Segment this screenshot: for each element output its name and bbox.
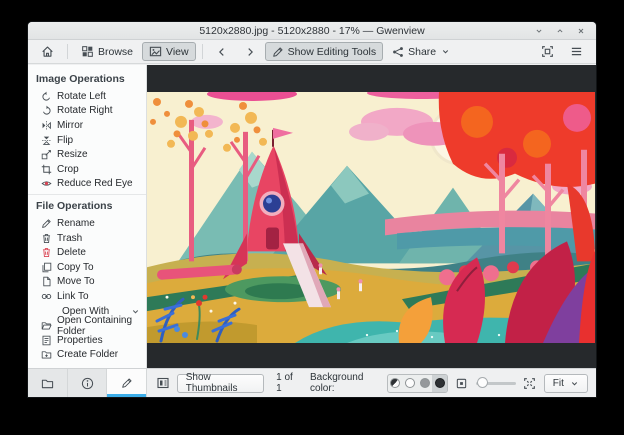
zoom-slider-handle[interactable] — [476, 377, 488, 388]
rename-icon — [42, 219, 51, 228]
crop-icon — [41, 164, 52, 174]
rotate-left-item[interactable]: Rotate Left — [28, 89, 146, 104]
rotate-right-icon — [43, 106, 51, 115]
window-title: 5120x2880.jpg - 5120x2880 - 17% — Gwenvi… — [199, 24, 425, 37]
zoom-fit-button[interactable] — [454, 374, 470, 392]
sidebar-tabs — [28, 369, 147, 397]
view-button[interactable]: View — [142, 42, 196, 61]
move-icon — [43, 277, 51, 287]
rotate-right-item[interactable]: Rotate Right — [28, 104, 146, 119]
titlebar[interactable]: 5120x2880.jpg - 5120x2880 - 17% — Gwenvi… — [28, 22, 596, 40]
image-viewport[interactable] — [147, 65, 596, 368]
pencil-icon — [121, 378, 132, 388]
mirror-item[interactable]: Mirror — [28, 118, 146, 133]
next-button[interactable] — [237, 42, 263, 61]
show-thumbnails-button[interactable]: Show Thumbnails — [176, 372, 265, 394]
move-to-item[interactable]: Move To — [28, 275, 146, 290]
hamburger-menu-icon — [571, 47, 582, 56]
image-counter: 1 of 1 — [276, 372, 293, 394]
browse-grid-icon — [82, 46, 93, 57]
red-eye-icon — [41, 181, 52, 187]
zoom-mode-combobox[interactable]: Fit — [543, 373, 588, 393]
fullscreen-button[interactable] — [534, 42, 561, 61]
trash-item[interactable]: Trash — [28, 231, 146, 246]
sidebar-divider — [28, 194, 146, 196]
browse-label: Browse — [98, 45, 134, 58]
image-operations-title: Image Operations — [36, 73, 125, 85]
thumbnail-bar-icon — [157, 377, 169, 389]
fullscreen-icon — [542, 46, 553, 57]
crop-item[interactable]: Crop — [28, 162, 146, 177]
trash-icon — [42, 233, 51, 243]
file-operations-title: File Operations — [36, 200, 113, 213]
bottom-bar: Show Thumbnails 1 of 1 Background color: — [28, 368, 596, 397]
bg-white-swatch[interactable] — [402, 375, 417, 392]
folder-icon — [41, 379, 53, 388]
zoom-slider[interactable] — [475, 376, 516, 391]
show-editing-tools-button[interactable]: Show Editing Tools — [264, 42, 384, 61]
copy-to-item[interactable]: Copy To — [28, 260, 146, 275]
reduce-red-eye-item[interactable]: Reduce Red Eye — [28, 177, 146, 192]
info-icon — [81, 377, 93, 389]
share-label: Share — [408, 45, 437, 58]
rotate-left-icon — [42, 91, 50, 101]
zoom-mode-value: Fit — [552, 377, 564, 389]
home-button[interactable] — [34, 42, 61, 61]
view-image-icon — [149, 46, 162, 57]
thumbnail-bar-toggle[interactable] — [155, 374, 171, 392]
share-icon — [393, 46, 404, 57]
home-icon — [42, 46, 53, 57]
open-folder-icon — [41, 322, 52, 330]
chevron-right-icon — [247, 47, 253, 56]
tab-operations[interactable] — [107, 369, 147, 397]
toolbar-separator — [67, 44, 68, 59]
delete-icon — [42, 248, 51, 258]
create-folder-item[interactable]: Create Folder — [28, 348, 146, 363]
bg-auto-swatch[interactable] — [388, 375, 403, 392]
background-color-swatches — [386, 373, 449, 393]
pencil-icon — [272, 46, 283, 57]
previous-button[interactable] — [209, 42, 235, 61]
tab-information[interactable] — [67, 369, 108, 397]
browse-button[interactable]: Browse — [74, 42, 140, 61]
show-thumbnails-label: Show Thumbnails — [185, 372, 238, 394]
link-icon — [41, 293, 52, 299]
delete-item[interactable]: Delete — [28, 245, 146, 260]
open-containing-folder-item[interactable]: Open Containing Folder — [28, 315, 146, 337]
properties-icon — [42, 335, 51, 345]
gwenview-window: 5120x2880.jpg - 5120x2880 - 17% — Gwenvi… — [28, 22, 596, 397]
minimize-icon[interactable] — [533, 25, 545, 37]
flip-item[interactable]: Flip — [28, 133, 146, 148]
rename-item[interactable]: Rename — [28, 216, 146, 231]
mirror-icon — [42, 121, 51, 130]
resize-item[interactable]: Resize — [28, 147, 146, 162]
toolbar-separator — [201, 44, 203, 59]
zoom-fill-button[interactable] — [522, 374, 538, 392]
menu-button[interactable] — [563, 42, 590, 61]
main-toolbar: Browse View Show Editing Tools Share — [28, 40, 596, 64]
show-editing-tools-label: Show Editing Tools — [287, 45, 377, 58]
tab-folders[interactable] — [28, 369, 68, 397]
background-color-label: Background color: — [310, 372, 364, 394]
maximize-icon[interactable] — [554, 25, 566, 37]
chevron-down-icon — [571, 381, 578, 386]
statusbar: Show Thumbnails 1 of 1 Background color: — [147, 369, 596, 397]
operations-sidebar: Image Operations Rotate Left Rotate Righ… — [28, 65, 147, 368]
zoom-fill-icon — [524, 377, 536, 389]
view-label: View — [166, 45, 189, 58]
resize-icon — [41, 150, 51, 160]
bg-gray-swatch[interactable] — [417, 375, 432, 392]
link-to-item[interactable]: Link To — [28, 289, 146, 304]
viewed-image — [147, 92, 595, 343]
close-icon[interactable] — [575, 25, 587, 37]
properties-item[interactable]: Properties — [28, 333, 146, 348]
new-folder-icon — [41, 351, 52, 359]
chevron-left-icon — [218, 47, 224, 56]
copy-icon — [42, 262, 52, 272]
bg-black-swatch[interactable] — [432, 374, 448, 392]
flip-icon — [42, 136, 51, 145]
chevron-down-icon — [443, 50, 449, 54]
share-button[interactable]: Share — [385, 42, 457, 61]
zoom-fit-icon — [457, 378, 467, 388]
